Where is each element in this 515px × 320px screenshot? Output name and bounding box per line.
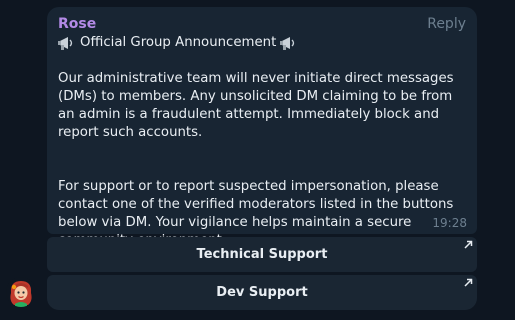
- technical-support-label: Technical Support: [196, 247, 328, 262]
- message-time: 19:28: [432, 216, 467, 230]
- external-link-arrow-icon: [464, 240, 473, 249]
- megaphone-icon: [58, 37, 73, 50]
- technical-support-button[interactable]: Technical Support: [47, 237, 477, 272]
- dev-support-button[interactable]: Dev Support: [47, 275, 477, 310]
- announcement-title-text: Official Group Announcement: [80, 35, 277, 50]
- sender-name[interactable]: Rose: [58, 16, 96, 32]
- message-text: Official Group Announcement Our administ…: [58, 34, 470, 250]
- message-paragraph-1: Our administrative team will never initi…: [58, 71, 454, 140]
- avatar[interactable]: [6, 277, 36, 307]
- dev-support-label: Dev Support: [216, 285, 308, 300]
- announcement-title: Official Group Announcement: [58, 34, 470, 52]
- megaphone-icon: [280, 37, 295, 50]
- reply-button[interactable]: Reply: [427, 16, 466, 32]
- avatar-image: [6, 277, 36, 307]
- external-link-arrow-icon: [464, 278, 473, 287]
- message-bubble: Rose Reply Official Group Announcement O…: [47, 7, 477, 248]
